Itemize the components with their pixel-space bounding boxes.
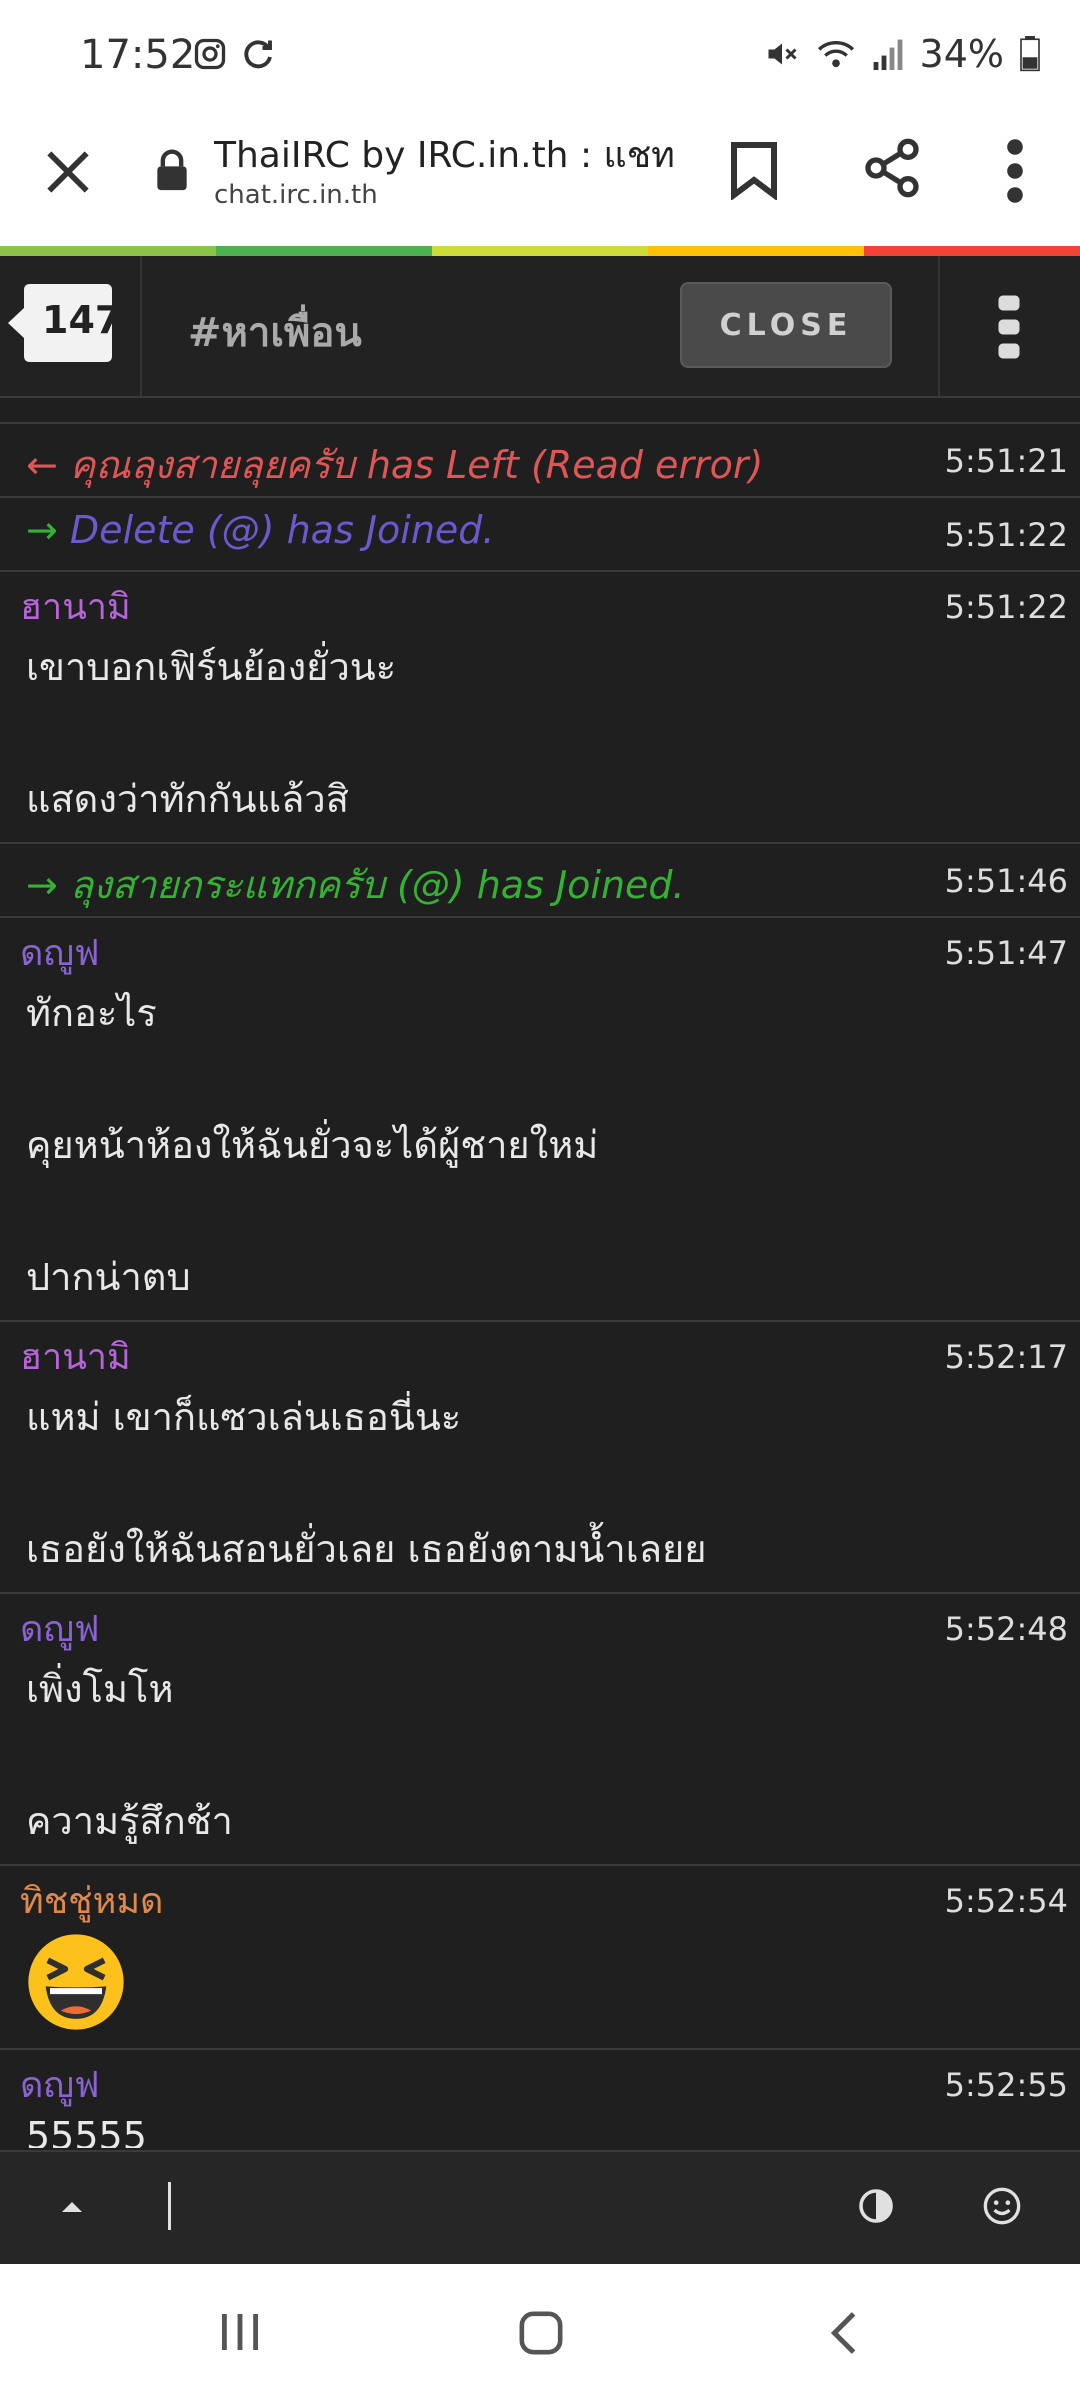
message-timestamp: 5:52:48 bbox=[944, 1610, 1068, 1648]
message-nick[interactable]: ดญูฟ bbox=[20, 2056, 100, 2113]
message-row: 5:51:21 ← คุณลุงสายลุยครับ has Left (Read… bbox=[0, 424, 1080, 498]
message-timestamp: 5:51:21 bbox=[944, 442, 1068, 480]
status-bar: 17:52 34% bbox=[0, 0, 1080, 118]
wifi-icon bbox=[817, 40, 854, 68]
back-icon[interactable] bbox=[826, 2310, 862, 2356]
close-channel-button[interactable]: CLOSE bbox=[680, 282, 892, 368]
message-list[interactable]: 5:51:21 ← คุณลุงสายลุยครับ has Left (Read… bbox=[0, 398, 1080, 2148]
message-text: เขาบอกเฟิร์นย้องยั่วนะ bbox=[26, 645, 397, 689]
message-text: ความรู้สึกช้า bbox=[26, 1799, 233, 1843]
message-nick[interactable]: ดญูฟ bbox=[20, 1600, 100, 1657]
color-strip-segment bbox=[432, 246, 648, 256]
message-text: แสดงว่าทักกันแล้วสิ bbox=[26, 777, 349, 821]
join-arrow: → bbox=[26, 508, 58, 552]
channel-name: #หาเพื่อน bbox=[188, 310, 362, 356]
user-count: 147 bbox=[42, 298, 122, 342]
message-row: 5:52:54 ทิชชู่หมด bbox=[0, 1866, 1080, 2050]
message-nick[interactable]: ดญูฟ bbox=[20, 924, 100, 981]
join-event-text: → Delete (@) has Joined. bbox=[26, 508, 495, 552]
message-nick[interactable]: ฮานามิ bbox=[20, 578, 131, 635]
message-text: เพิ่งโมโห bbox=[26, 1667, 174, 1711]
message-text: คุยหน้าห้องให้ฉันยั่วจะได้ผู้ชายใหม่ bbox=[26, 1123, 599, 1167]
status-right: 34% bbox=[764, 32, 1040, 76]
message-row: 5:52:48 ดญูฟเพิ่งโมโหความรู้สึกช้า bbox=[0, 1594, 1080, 1866]
message-text: 55555 bbox=[26, 2114, 147, 2148]
user-count-badge[interactable]: 147 bbox=[8, 284, 121, 362]
channel-header: 147 #หาเพื่อน CLOSE bbox=[0, 256, 1080, 398]
share-icon[interactable] bbox=[860, 136, 924, 200]
emoji-picker-icon[interactable] bbox=[982, 2186, 1022, 2226]
cut-off-message bbox=[0, 398, 1080, 424]
message-row: 5:52:55 ดญูฟ 55555 bbox=[0, 2050, 1080, 2148]
bookmark-icon[interactable] bbox=[728, 140, 780, 200]
recents-icon[interactable] bbox=[218, 2310, 262, 2354]
channel-menu-icon[interactable] bbox=[994, 294, 1024, 360]
message-row: 5:52:17 ฮานามิแหม่ เขาก็แซวเล่นเธอนี่นะเธ… bbox=[0, 1322, 1080, 1594]
message-timestamp: 5:51:46 bbox=[944, 862, 1068, 900]
status-time: 17:52 bbox=[80, 32, 196, 78]
message-nick[interactable]: ทิชชู่หมด bbox=[20, 1872, 163, 1929]
browser-toolbar: ThaiIRC by IRC.in.th : แชท ... chat.irc.… bbox=[0, 118, 1080, 246]
message-text: ทักอะไร bbox=[26, 991, 157, 1035]
part-event-text: ← คุณลุงสายลุยครับ has Left (Read error) bbox=[26, 443, 764, 487]
message-input-bar bbox=[0, 2150, 1080, 2264]
expand-up-icon[interactable] bbox=[58, 2196, 86, 2216]
divider bbox=[140, 256, 142, 396]
sync-icon bbox=[244, 40, 272, 69]
color-strip-segment bbox=[0, 246, 216, 256]
message-timestamp: 5:51:22 bbox=[944, 588, 1068, 626]
message-row: 5:51:22 → Delete (@) has Joined. bbox=[0, 498, 1080, 572]
system-nav-bar bbox=[0, 2264, 1080, 2400]
close-tab-icon[interactable] bbox=[40, 144, 96, 200]
message-text: เธอยังให้ฉันสอนยั่วเลย เธอยังตามน้ำเลยย bbox=[26, 1527, 707, 1571]
battery-icon bbox=[1020, 36, 1040, 72]
message-text: แหม่ เขาก็แซวเล่นเธอนี่นะ bbox=[26, 1395, 462, 1439]
page-title[interactable]: ThaiIRC by IRC.in.th : แชท ... bbox=[214, 126, 674, 183]
join-event-text: → ลุงสายกระแทกครับ (@) has Joined. bbox=[26, 863, 685, 907]
page-url[interactable]: chat.irc.in.th bbox=[214, 180, 378, 210]
contrast-icon[interactable] bbox=[858, 2188, 894, 2224]
message-timestamp: 5:51:22 bbox=[944, 516, 1068, 554]
mute-icon bbox=[768, 43, 797, 65]
color-strip bbox=[0, 246, 1080, 256]
message-nick[interactable]: ฮานามิ bbox=[20, 1328, 131, 1385]
join-nick: Delete (@) has Joined. bbox=[57, 508, 495, 552]
message-row: 5:51:47 ดญูฟทักอะไรคุยหน้าห้องให้ฉันยั่วจ… bbox=[0, 918, 1080, 1322]
signal-icon bbox=[873, 39, 902, 70]
color-strip-segment bbox=[864, 246, 1080, 256]
message-input[interactable] bbox=[168, 2182, 171, 2230]
laughing-face-icon bbox=[28, 1934, 124, 2030]
message-row: 5:51:46 → ลุงสายกระแทกครับ (@) has Joined… bbox=[0, 844, 1080, 918]
color-strip-segment bbox=[648, 246, 864, 256]
message-timestamp: 5:52:17 bbox=[944, 1338, 1068, 1376]
message-timestamp: 5:51:47 bbox=[944, 934, 1068, 972]
message-text: ปากน่าตบ bbox=[26, 1255, 191, 1299]
message-timestamp: 5:52:55 bbox=[944, 2066, 1068, 2104]
more-options-icon[interactable] bbox=[1000, 138, 1030, 204]
divider bbox=[938, 256, 940, 396]
home-icon[interactable] bbox=[518, 2310, 564, 2356]
instagram-icon bbox=[194, 38, 226, 70]
message-timestamp: 5:52:54 bbox=[944, 1882, 1068, 1920]
message-row: 5:51:22 ฮานามิเขาบอกเฟิร์นย้องยั่วนะแสดงว… bbox=[0, 572, 1080, 844]
lock-icon bbox=[157, 149, 187, 191]
color-strip-segment bbox=[216, 246, 432, 256]
battery-level: 34% bbox=[919, 32, 1004, 76]
